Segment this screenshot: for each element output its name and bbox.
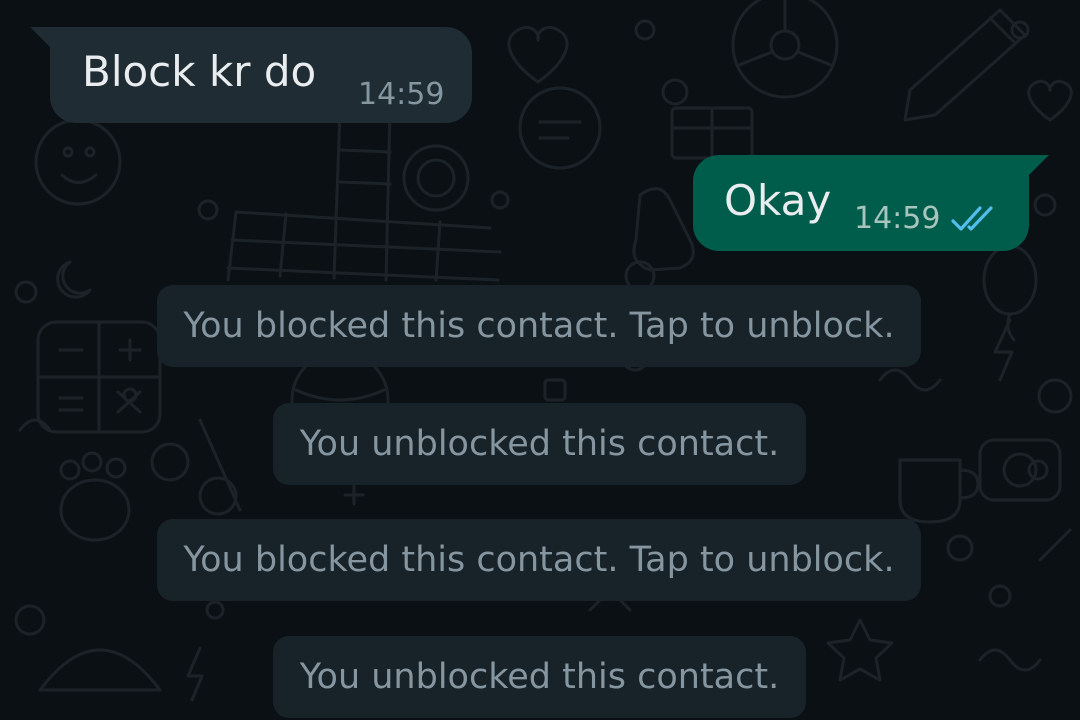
system-notice-blocked[interactable]: You blocked this contact. Tap to unblock… [157, 519, 921, 601]
message-time: 14:59 [358, 77, 445, 112]
system-notice-blocked[interactable]: You blocked this contact. Tap to unblock… [157, 285, 921, 367]
message-text: Okay [724, 176, 832, 225]
system-notice-unblocked: You unblocked this contact. [273, 636, 806, 718]
message-time: 14:59 [854, 201, 941, 236]
system-notice-unblocked: You unblocked this contact. [273, 403, 806, 485]
message-bubble-outgoing[interactable]: Okay 14:59 [693, 155, 1049, 251]
message-bubble-incoming[interactable]: Block kr do 14:59 [30, 27, 472, 123]
message-meta: 14:59 [854, 201, 998, 236]
bubble-tail [1027, 155, 1049, 177]
crossword-doodle [226, 108, 502, 282]
double-check-read-icon [951, 205, 994, 231]
message-text: Block kr do [82, 47, 317, 96]
bubble-tail [30, 27, 52, 49]
message-meta: 14:59 [358, 77, 444, 112]
